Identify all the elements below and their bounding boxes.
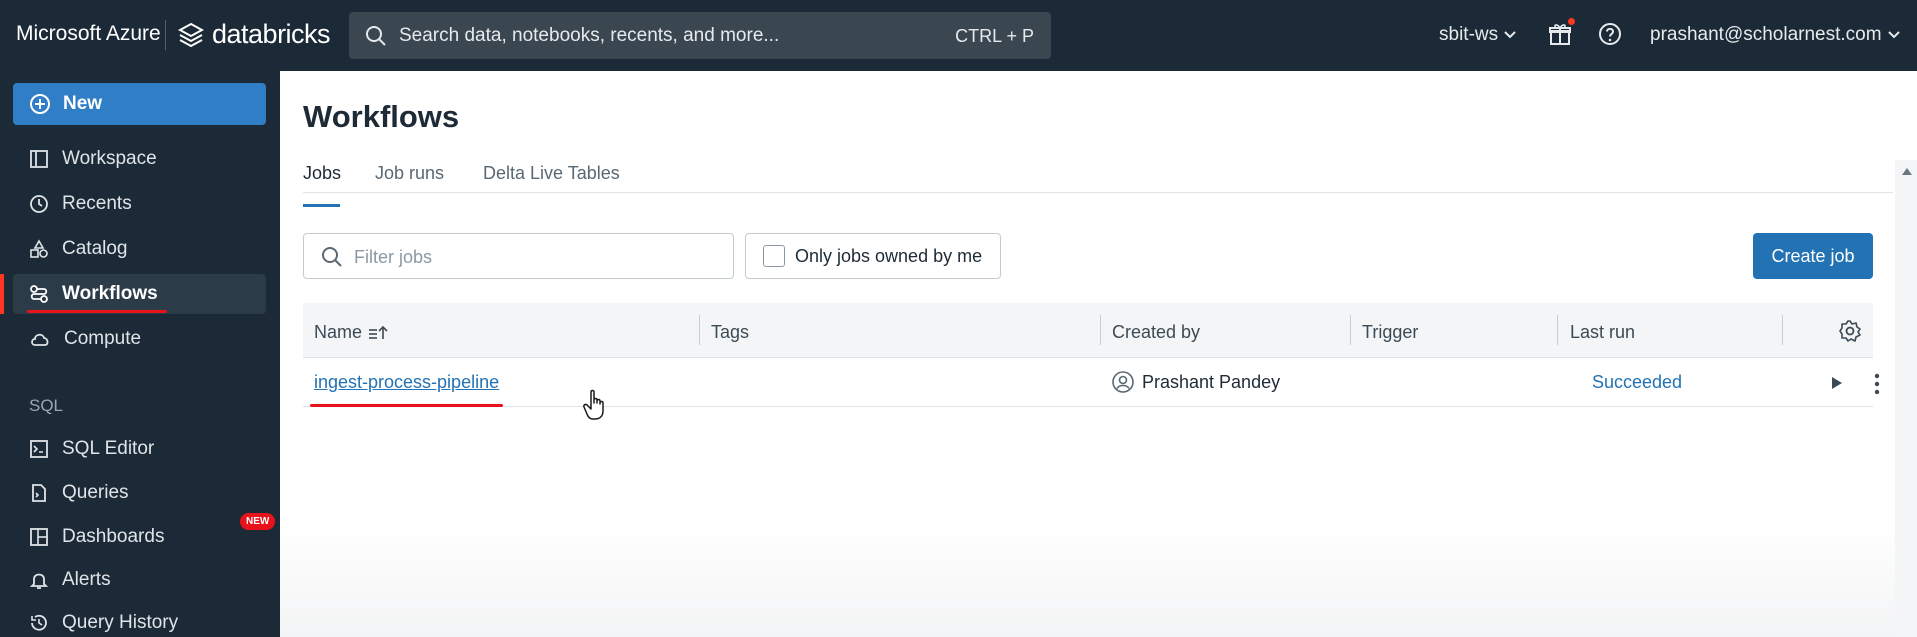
job-name-link[interactable]: ingest-process-pipeline [314, 372, 499, 393]
scrollbar[interactable] [1895, 160, 1917, 637]
gear-icon[interactable] [1838, 319, 1862, 343]
new-button[interactable]: New [13, 83, 266, 125]
dashboards-icon [30, 528, 48, 546]
help-icon[interactable] [1598, 22, 1622, 46]
search-placeholder: Search data, notebooks, recents, and mor… [399, 25, 780, 46]
kebab-menu-icon[interactable] [1873, 372, 1881, 396]
sidebar-item-recents[interactable]: Recents [13, 184, 266, 224]
brand-databricks-label: databricks [212, 19, 331, 49]
search-shortcut: CTRL + P [955, 26, 1034, 46]
column-separator[interactable] [1100, 315, 1101, 345]
sidebar-item-label: Dashboards [62, 526, 165, 547]
sidebar-item-alerts[interactable]: Alerts [13, 560, 266, 600]
databricks-logo-icon [178, 22, 204, 47]
tab-delta-live-tables[interactable]: Delta Live Tables [483, 163, 620, 184]
job-created-by: Prashant Pandey [1111, 370, 1280, 394]
history-icon [31, 614, 47, 631]
column-header-tags[interactable]: Tags [711, 322, 749, 343]
filter-placeholder: Filter jobs [354, 247, 433, 267]
column-separator[interactable] [1557, 315, 1558, 345]
create-job-button[interactable]: Create job [1753, 233, 1873, 279]
catalog-icon [30, 239, 48, 258]
sidebar-item-label: Recents [62, 193, 132, 214]
annotation-underline-job [310, 404, 503, 407]
active-tab-indicator [303, 204, 340, 207]
column-separator[interactable] [699, 315, 700, 345]
sidebar-item-label: Catalog [62, 238, 128, 259]
sidebar-item-workflows[interactable]: Workflows [13, 274, 266, 314]
only-jobs-owned-by-me-checkbox[interactable]: Only jobs owned by me [745, 233, 1001, 279]
sidebar-item-label: Compute [64, 328, 142, 349]
column-header-last-run[interactable]: Last run [1570, 322, 1635, 343]
gift-icon[interactable] [1548, 22, 1572, 46]
sidebar-item-compute[interactable]: Compute [13, 319, 266, 359]
bottom-fade [280, 520, 1895, 637]
sidebar-item-catalog[interactable]: Catalog [13, 229, 266, 269]
sidebar-item-workspace[interactable]: Workspace [13, 139, 266, 179]
search-icon [366, 26, 386, 46]
page-title: Workflows [303, 99, 460, 134]
scroll-up-arrow-icon[interactable] [1902, 168, 1912, 175]
brand-databricks[interactable]: databricks [178, 19, 331, 50]
clock-icon [30, 195, 48, 213]
new-badge: NEW [240, 513, 276, 530]
sidebar-item-label: SQL Editor [62, 438, 155, 459]
tab-job-runs[interactable]: Job runs [375, 163, 444, 184]
workspace-icon [30, 150, 48, 168]
queries-icon [32, 484, 46, 502]
user-email: prashant@scholarnest.com [1650, 24, 1882, 45]
workspace-name: sbit-ws [1439, 24, 1499, 45]
active-indicator [0, 274, 4, 314]
checkbox[interactable] [763, 245, 785, 267]
sidebar-item-label: Workspace [62, 148, 157, 169]
chevron-down-icon [1504, 31, 1516, 39]
annotation-underline-workflows [27, 310, 167, 313]
plus-circle-icon [30, 94, 50, 114]
table-header: Name Tags Created by Trigger Last run [303, 303, 1873, 358]
column-header-trigger[interactable]: Trigger [1362, 322, 1418, 343]
search-icon [322, 247, 342, 267]
sort-ascending-icon [369, 325, 388, 339]
notification-dot [1568, 18, 1575, 25]
chevron-down-icon [1887, 31, 1900, 39]
cloud-icon [31, 333, 49, 346]
global-search[interactable]: Search data, notebooks, recents, and mor… [349, 12, 1051, 59]
sidebar-item-dashboards[interactable]: Dashboards [13, 517, 266, 557]
brand-divider [165, 20, 166, 50]
brand-azure[interactable]: Microsoft Azure [16, 22, 161, 46]
tab-jobs[interactable]: Jobs [303, 163, 341, 184]
last-run-status[interactable]: Succeeded [1592, 372, 1682, 393]
top-bar: Microsoft Azure databricks Search data, … [0, 0, 1917, 71]
sidebar-item-sql-editor[interactable]: SQL Editor [13, 429, 266, 469]
checkbox-label: Only jobs owned by me [795, 245, 983, 266]
sidebar-item-label: Query History [62, 612, 179, 633]
user-menu[interactable]: prashant@scholarnest.com [1650, 24, 1900, 46]
sidebar: New Workspace Recents Catalog Workflows [0, 71, 280, 637]
workflows-icon [30, 285, 48, 303]
hand-cursor-icon [583, 389, 604, 420]
filter-jobs-input[interactable]: Filter jobs [303, 233, 734, 279]
sidebar-item-queries[interactable]: Queries [13, 473, 266, 513]
column-header-created-by[interactable]: Created by [1112, 322, 1200, 343]
workspace-selector[interactable]: sbit-ws [1439, 24, 1516, 46]
column-header-name[interactable]: Name [314, 322, 388, 343]
play-icon[interactable] [1830, 375, 1844, 391]
column-separator[interactable] [1350, 315, 1351, 345]
sidebar-section-sql: SQL [29, 396, 64, 415]
column-label: Name [314, 322, 363, 342]
table-row[interactable]: ingest-process-pipeline Prashant Pandey … [303, 359, 1880, 407]
creator-name: Prashant Pandey [1142, 371, 1281, 392]
sidebar-item-label: Workflows [62, 283, 158, 304]
new-button-label: New [63, 93, 103, 114]
sidebar-item-label: Alerts [62, 569, 111, 590]
bell-icon [29, 573, 49, 589]
column-separator[interactable] [1782, 315, 1783, 345]
user-avatar-icon [1112, 371, 1134, 393]
sidebar-item-query-history[interactable]: Query History [13, 603, 266, 637]
sql-editor-icon [30, 440, 48, 458]
sidebar-item-label: Queries [62, 482, 129, 503]
